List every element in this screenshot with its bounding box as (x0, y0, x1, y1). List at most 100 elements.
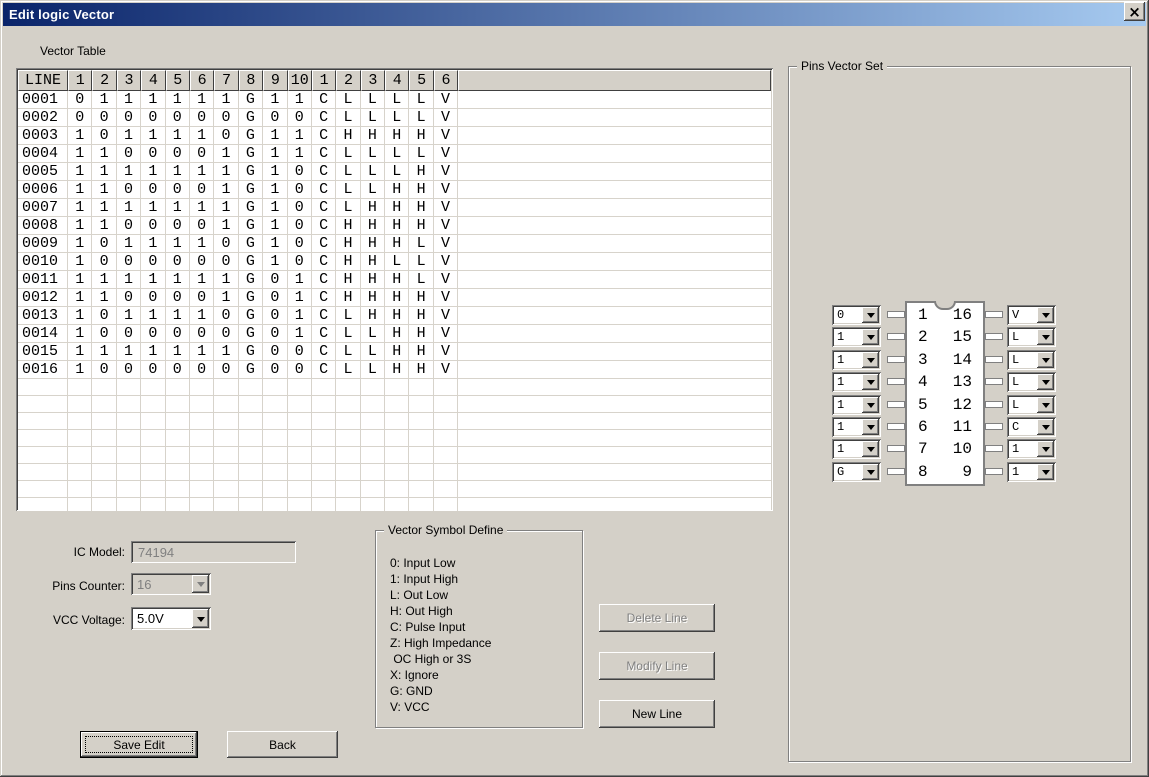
vector-cell[interactable]: L (360, 145, 386, 163)
vector-cell[interactable]: 0 (263, 343, 288, 361)
vector-cell[interactable]: 0 (263, 271, 288, 289)
vector-cell[interactable]: 1 (68, 289, 93, 307)
vector-cell[interactable]: 0 (68, 109, 93, 127)
vector-cell[interactable]: G (238, 181, 264, 199)
vector-cell[interactable]: 0 (165, 325, 190, 343)
pin-12-combo[interactable]: L (1007, 395, 1056, 415)
vector-cell[interactable]: 0 (141, 253, 166, 271)
vector-cell[interactable]: C (311, 199, 337, 217)
vector-cell[interactable]: G (238, 217, 264, 235)
vector-cell[interactable]: H (385, 217, 410, 235)
pin-6-dropdown-button[interactable] (862, 419, 879, 435)
vector-cell[interactable]: H (385, 127, 410, 145)
vector-cell[interactable]: 1 (263, 127, 288, 145)
vector-cell[interactable]: 1 (68, 145, 93, 163)
table-row[interactable]: 0003 1 0 1 1 1 1 0 G 1 1 C H H H H V (18, 127, 771, 145)
pin-13-combo[interactable]: L (1007, 372, 1056, 392)
vector-cell[interactable]: 1 (263, 163, 288, 181)
vector-cell[interactable]: 1 (68, 181, 93, 199)
vector-cell[interactable]: G (238, 199, 264, 217)
vector-cell[interactable]: 0 (287, 199, 312, 217)
vector-cell[interactable]: 0 (263, 325, 288, 343)
vector-cell[interactable]: H (360, 199, 386, 217)
vector-cell[interactable]: L (409, 253, 434, 271)
line-cell[interactable]: 0010 (18, 253, 68, 271)
vector-cell[interactable]: H (409, 325, 434, 343)
vector-cell[interactable]: G (238, 307, 264, 325)
vector-cell[interactable]: H (336, 271, 361, 289)
vector-cell[interactable]: 1 (68, 217, 93, 235)
vector-cell[interactable]: H (360, 307, 386, 325)
vector-cell[interactable]: L (385, 253, 410, 271)
line-cell[interactable]: 0004 (18, 145, 68, 163)
vector-cell[interactable]: 0 (92, 109, 117, 127)
vector-cell[interactable]: H (336, 253, 361, 271)
vector-cell[interactable]: V (433, 163, 459, 181)
vector-cell[interactable]: H (385, 199, 410, 217)
table-row[interactable]: 0009 1 0 1 1 1 1 0 G 1 0 C H H H L V (18, 235, 771, 253)
pin-14-combo[interactable]: L (1007, 350, 1056, 370)
table-row[interactable]: 0013 1 0 1 1 1 1 0 G 0 1 C L H H H V (18, 307, 771, 325)
vector-cell[interactable]: 0 (165, 253, 190, 271)
vector-cell[interactable]: V (433, 325, 459, 343)
vector-cell[interactable]: H (409, 307, 434, 325)
vector-cell[interactable]: G (238, 163, 264, 181)
vector-cell[interactable]: L (336, 181, 361, 199)
vector-cell[interactable]: H (336, 217, 361, 235)
vector-cell[interactable]: H (360, 217, 386, 235)
vector-cell[interactable]: 1 (165, 307, 190, 325)
vector-cell[interactable]: 1 (116, 307, 142, 325)
vector-cell[interactable]: L (336, 307, 361, 325)
vector-cell[interactable]: H (409, 289, 434, 307)
vector-cell[interactable]: L (409, 145, 434, 163)
vector-cell[interactable]: C (311, 307, 337, 325)
vector-cell[interactable]: 0 (165, 361, 190, 379)
line-cell[interactable]: 0006 (18, 181, 68, 199)
vector-cell[interactable]: 0 (214, 325, 239, 343)
vector-cell[interactable]: C (311, 109, 337, 127)
vector-cell[interactable]: 0 (92, 361, 117, 379)
vector-cell[interactable]: 1 (214, 181, 239, 199)
vector-cell[interactable]: 0 (165, 181, 190, 199)
vector-cell[interactable]: L (385, 163, 410, 181)
vector-cell[interactable]: 0 (116, 289, 142, 307)
vector-cell[interactable]: 0 (214, 235, 239, 253)
table-row[interactable]: 0015 1 1 1 1 1 1 1 G 0 0 C L L H H V (18, 343, 771, 361)
vector-cell[interactable]: 1 (214, 199, 239, 217)
vector-cell[interactable]: V (433, 343, 459, 361)
vector-cell[interactable]: 1 (68, 199, 93, 217)
vector-cell[interactable]: 1 (68, 307, 93, 325)
vector-cell[interactable]: H (385, 343, 410, 361)
pin-9-dropdown-button[interactable] (1037, 464, 1054, 480)
vector-cell[interactable]: H (409, 127, 434, 145)
vector-cell[interactable]: V (433, 145, 459, 163)
vector-cell[interactable]: 0 (92, 325, 117, 343)
pin-6-combo[interactable]: 1 (832, 417, 881, 437)
vector-cell[interactable]: V (433, 361, 459, 379)
pin-14-dropdown-button[interactable] (1037, 352, 1054, 368)
line-cell[interactable]: 0008 (18, 217, 68, 235)
vector-cell[interactable]: 1 (263, 217, 288, 235)
vector-cell[interactable]: 0 (287, 253, 312, 271)
vector-cell[interactable]: L (336, 91, 361, 109)
vector-table[interactable]: LINE 1 2 3 4 5 6 7 8 9 10 1 2 3 4 5 6 0001 0 1 1 1 1 1 1 G 1 1 C L L L L… (16, 68, 773, 511)
vector-cell[interactable]: V (433, 127, 459, 145)
pin-2-dropdown-button[interactable] (862, 329, 879, 345)
vector-cell[interactable]: 1 (263, 253, 288, 271)
vector-cell[interactable]: 1 (263, 235, 288, 253)
vector-cell[interactable]: G (238, 361, 264, 379)
vector-cell[interactable]: 0 (92, 127, 117, 145)
back-button[interactable]: Back (227, 731, 338, 758)
vector-cell[interactable]: 0 (189, 253, 215, 271)
vector-cell[interactable]: 1 (165, 91, 190, 109)
vcc-voltage-combo[interactable]: 5.0V (131, 607, 211, 630)
pin-11-combo[interactable]: C (1007, 417, 1056, 437)
vector-cell[interactable]: 1 (287, 91, 312, 109)
vector-cell[interactable]: H (360, 271, 386, 289)
vector-cell[interactable]: 0 (116, 253, 142, 271)
vector-cell[interactable]: 0 (287, 361, 312, 379)
vector-cell[interactable]: 0 (263, 307, 288, 325)
vector-cell[interactable]: 1 (287, 271, 312, 289)
pin-15-dropdown-button[interactable] (1037, 329, 1054, 345)
vector-cell[interactable]: 0 (189, 145, 215, 163)
